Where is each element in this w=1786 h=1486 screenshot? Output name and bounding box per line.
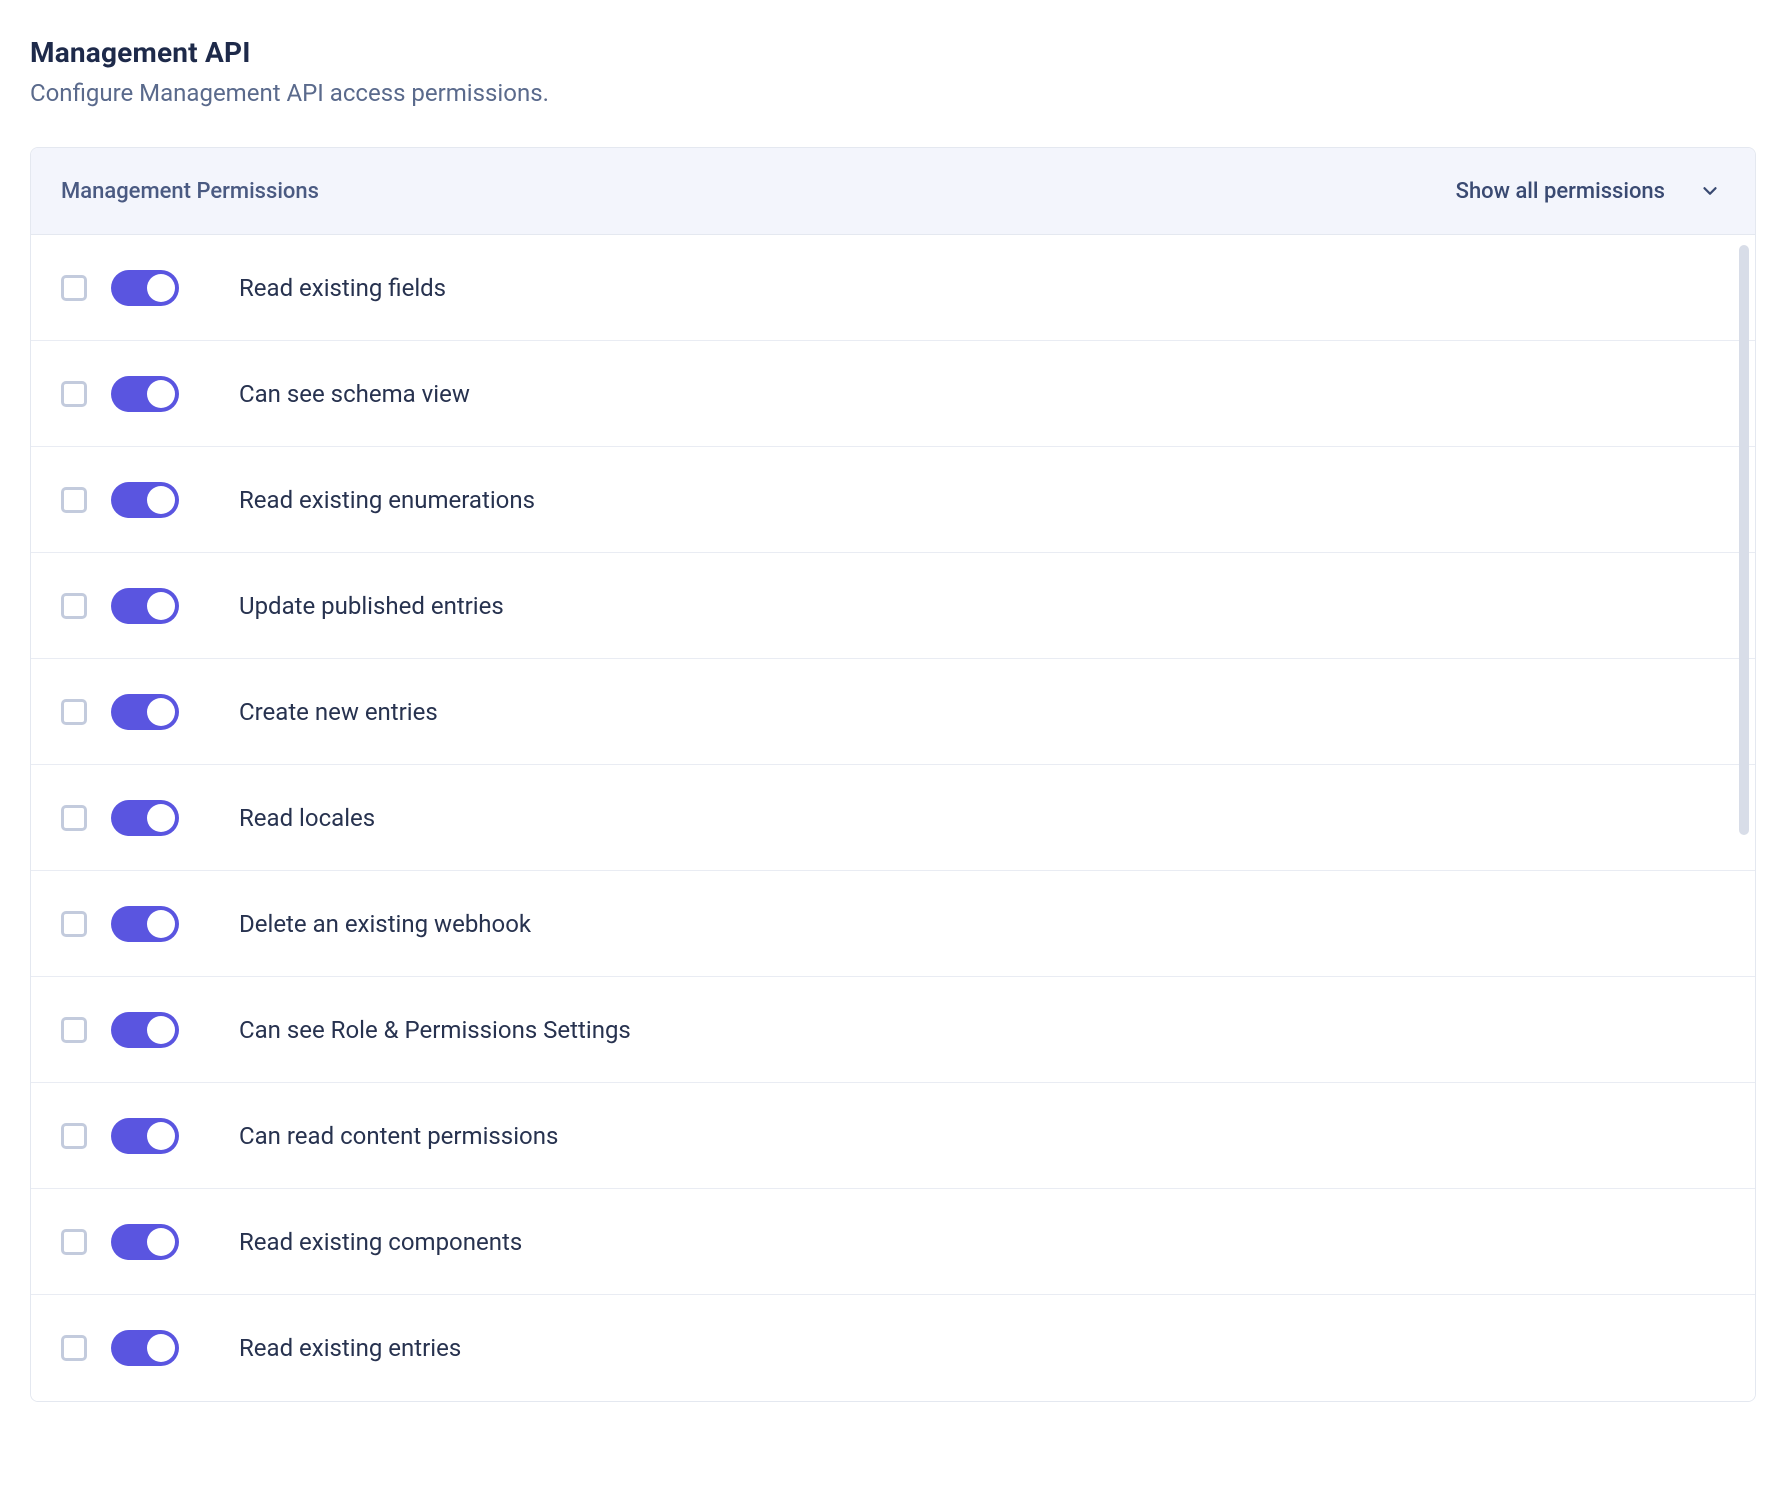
scrollbar-thumb[interactable] [1739,245,1749,835]
toggle-knob [147,486,175,514]
permission-checkbox[interactable] [61,699,87,725]
permission-toggle[interactable] [111,270,179,306]
permission-checkbox[interactable] [61,1123,87,1149]
permission-label: Read locales [239,804,375,832]
rows-wrapper: Read existing fields Can see schema view R… [31,235,1755,1401]
page-title: Management API [30,36,1756,69]
toggle-knob [147,380,175,408]
permission-toggle[interactable] [111,588,179,624]
panel-header-actions: Show all permissions [1456,176,1725,206]
permission-toggle[interactable] [111,376,179,412]
permission-checkbox[interactable] [61,1335,87,1361]
toggle-knob [147,1016,175,1044]
toggle-knob [147,1334,175,1362]
permission-checkbox[interactable] [61,911,87,937]
show-all-permissions-label: Show all permissions [1456,179,1665,204]
permission-toggle[interactable] [111,1224,179,1260]
permission-row: Read existing components [31,1189,1755,1295]
permission-row: Read existing entries [31,1295,1755,1401]
permission-label: Can see schema view [239,380,470,408]
permission-label: Can read content permissions [239,1122,558,1150]
permission-checkbox[interactable] [61,1229,87,1255]
chevron-down-icon [1699,180,1721,202]
permission-checkbox[interactable] [61,1017,87,1043]
expand-permissions-button[interactable] [1695,176,1725,206]
toggle-knob [147,1228,175,1256]
permission-toggle[interactable] [111,800,179,836]
permission-checkbox[interactable] [61,593,87,619]
permission-row: Create new entries [31,659,1755,765]
toggle-knob [147,1122,175,1150]
toggle-knob [147,910,175,938]
permission-label: Can see Role & Permissions Settings [239,1016,631,1044]
permission-checkbox[interactable] [61,275,87,301]
permission-row: Read existing enumerations [31,447,1755,553]
permission-toggle[interactable] [111,1118,179,1154]
permission-checkbox[interactable] [61,805,87,831]
permission-toggle[interactable] [111,906,179,942]
permission-checkbox[interactable] [61,487,87,513]
permission-row: Can read content permissions [31,1083,1755,1189]
permission-label: Read existing entries [239,1334,461,1362]
permission-label: Create new entries [239,698,438,726]
permission-toggle[interactable] [111,1330,179,1366]
permission-row: Can see schema view [31,341,1755,447]
permission-label: Update published entries [239,592,504,620]
permissions-panel: Management Permissions Show all permissi… [30,147,1756,1402]
permission-checkbox[interactable] [61,381,87,407]
permission-label: Read existing enumerations [239,486,535,514]
toggle-knob [147,698,175,726]
permission-row: Delete an existing webhook [31,871,1755,977]
permissions-list[interactable]: Read existing fields Can see schema view R… [31,235,1755,1401]
permission-row: Read existing fields [31,235,1755,341]
page-root: Management API Configure Management API … [0,0,1786,1402]
permission-row: Update published entries [31,553,1755,659]
permission-label: Read existing fields [239,274,446,302]
permission-row: Can see Role & Permissions Settings [31,977,1755,1083]
panel-header: Management Permissions Show all permissi… [31,148,1755,235]
panel-title: Management Permissions [61,179,319,204]
permission-row: Read locales [31,765,1755,871]
toggle-knob [147,592,175,620]
toggle-knob [147,274,175,302]
permission-label: Delete an existing webhook [239,910,531,938]
permission-toggle[interactable] [111,1012,179,1048]
toggle-knob [147,804,175,832]
permission-toggle[interactable] [111,482,179,518]
permission-label: Read existing components [239,1228,522,1256]
permission-toggle[interactable] [111,694,179,730]
page-subtitle: Configure Management API access permissi… [30,79,1756,107]
